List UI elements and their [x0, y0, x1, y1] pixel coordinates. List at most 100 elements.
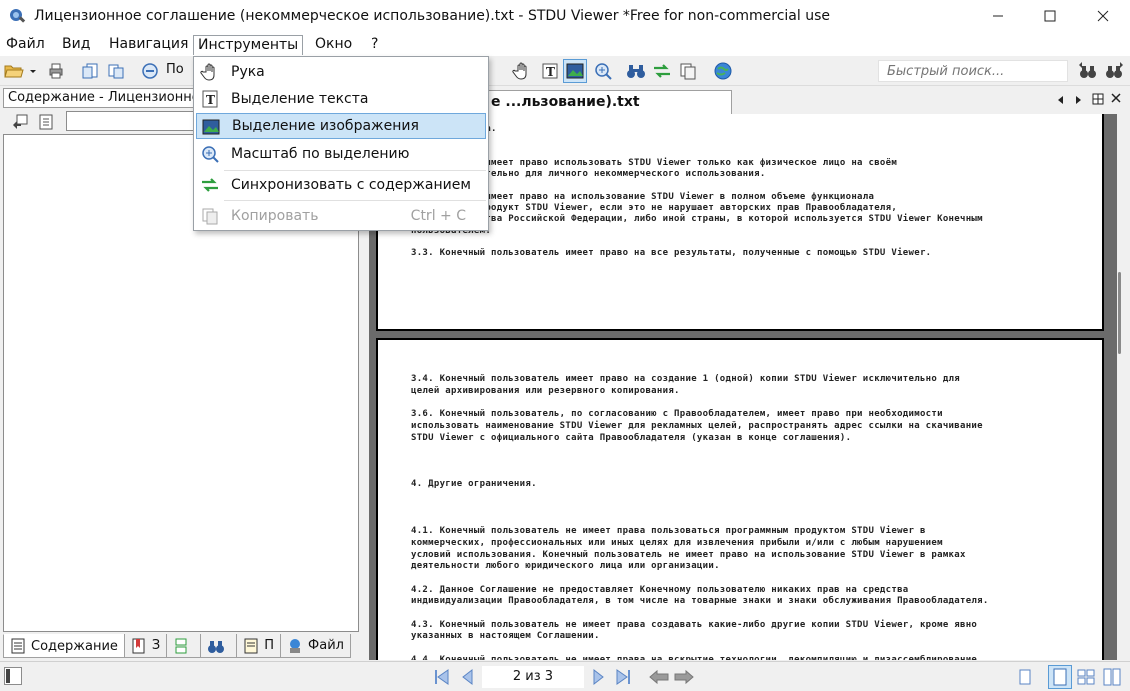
continuous-facing-button[interactable] [1102, 667, 1122, 687]
text-select-button[interactable]: T [538, 59, 562, 83]
web-update-button[interactable] [711, 59, 735, 83]
binoculars-icon [627, 65, 645, 78]
next-page-icon [593, 668, 604, 686]
next-page-button[interactable] [588, 667, 608, 687]
sync-icon [654, 64, 670, 78]
menu-item-text-select[interactable]: T Выделение текста [196, 86, 486, 112]
menu-item-label: Копировать [231, 208, 319, 224]
menu-tools[interactable]: Инструменты [193, 35, 304, 55]
menu-item-image-select[interactable]: Выделение изображения [196, 113, 486, 139]
facing-pages-button[interactable] [1076, 667, 1096, 687]
document-text-line: 4. Другие ограничения. [411, 479, 537, 490]
export-button[interactable] [78, 59, 102, 83]
menu-item-label: Рука [231, 64, 265, 80]
quick-search-input[interactable] [879, 61, 1067, 81]
sync-button[interactable] [650, 59, 674, 83]
tab-close-button[interactable] [1110, 92, 1122, 108]
print-button[interactable] [44, 59, 68, 83]
zoom-mode-label[interactable]: По [166, 62, 184, 77]
single-page-button[interactable] [1016, 667, 1036, 687]
tab-bookmarks-label: З [151, 638, 161, 653]
menu-item-hand[interactable]: Рука [196, 59, 486, 85]
page-counter[interactable]: 2 из 3 [482, 666, 584, 688]
tab-bookmarks[interactable]: З [123, 634, 168, 658]
window-title: Лицензионное соглашение (некоммерческое … [34, 8, 831, 24]
menu-navigation[interactable]: Навигация [105, 35, 192, 55]
tab-thumbnails[interactable] [166, 634, 202, 658]
image-select-button[interactable] [563, 59, 587, 83]
sidebar-icon [6, 669, 10, 683]
find-button[interactable] [624, 59, 648, 83]
prev-page-button[interactable] [458, 667, 478, 687]
copy-pages-button[interactable] [104, 59, 128, 83]
status-bar: 2 из 3 [0, 661, 1130, 691]
tab-list-button[interactable] [1092, 93, 1104, 109]
text-select-icon: T [200, 89, 220, 109]
zoom-selection-icon [200, 144, 220, 164]
menu-item-label: Синхронизовать с содержанием [231, 177, 471, 193]
svg-text:T: T [206, 93, 215, 107]
tab-pages[interactable]: П [236, 634, 282, 658]
menu-item-sync-contents[interactable]: Синхронизовать с содержанием [196, 172, 486, 198]
quick-search[interactable] [878, 60, 1068, 82]
thumbnails-icon [175, 638, 187, 653]
menu-item-zoom-selection[interactable]: Масштаб по выделению [196, 141, 486, 167]
zoom-selection-button[interactable] [591, 59, 615, 83]
maximize-button[interactable] [1027, 0, 1073, 32]
find-prev-button[interactable] [1076, 59, 1100, 83]
close-button[interactable] [1080, 0, 1126, 32]
history-back-button[interactable] [648, 667, 670, 687]
first-page-button[interactable] [432, 667, 452, 687]
history-forward-button[interactable] [673, 667, 695, 687]
document-text-line: использовать наименование STDU Viewer дл… [411, 420, 983, 431]
tree-collapse-icon [39, 114, 53, 130]
document-tab[interactable]: е ...льзование).txt [482, 90, 732, 114]
collapse-tree-button[interactable] [34, 110, 58, 134]
menu-help[interactable]: ? [367, 35, 382, 55]
menu-file[interactable]: Файл [2, 35, 49, 55]
prev-page-icon [462, 668, 473, 686]
triangle-right-icon [1076, 96, 1081, 104]
document-text-line: индивидуализации Правообладателя, в том … [411, 596, 989, 607]
menu-separator [224, 200, 486, 201]
tab-scroll-left-button[interactable] [1056, 94, 1066, 109]
binoculars-next-icon [1106, 62, 1123, 78]
open-file-button[interactable] [2, 59, 38, 83]
zoom-out-button[interactable] [138, 59, 162, 83]
tab-contents[interactable]: Содержание [3, 634, 125, 658]
title-bar: Лицензионное соглашение (некоммерческое … [0, 0, 1130, 32]
vertical-scrollbar-thumb[interactable] [1118, 272, 1121, 354]
tab-file[interactable]: Файл [280, 634, 351, 658]
hand-tool-button[interactable] [510, 59, 534, 83]
vertical-scrollbar[interactable] [1117, 114, 1130, 660]
tab-scroll-right-button[interactable] [1073, 94, 1083, 109]
facing-pages-icon [1077, 669, 1095, 685]
document-text-line: STDU Viewer с официального сайта Правооб… [411, 432, 852, 443]
arrow-right-icon [674, 669, 694, 685]
globe-icon [714, 62, 732, 80]
continuous-facing-icon [1103, 668, 1121, 686]
menu-view[interactable]: Вид [58, 35, 94, 55]
last-page-button[interactable] [613, 667, 633, 687]
copy-icon [680, 63, 696, 80]
menu-item-label: Выделение изображения [232, 118, 419, 134]
menu-window[interactable]: Окно [311, 35, 356, 55]
grid-icon [1092, 93, 1104, 105]
maximize-icon [1044, 10, 1056, 22]
menu-item-label: Масштаб по выделению [231, 146, 410, 162]
find-next-button[interactable] [1102, 59, 1126, 83]
panel-toggle-button[interactable] [4, 667, 22, 685]
last-page-icon [616, 669, 630, 685]
expand-tree-button[interactable] [8, 110, 32, 134]
tab-search[interactable] [200, 634, 238, 658]
menu-item-copy[interactable]: Копировать Ctrl + C [196, 203, 486, 229]
copy-button[interactable] [676, 59, 700, 83]
document-text-line: 4.3. Конечный пользователь не имеет прав… [411, 619, 978, 630]
sync-icon [200, 175, 220, 195]
single-page-icon [1019, 669, 1031, 685]
folder-open-icon [4, 65, 36, 78]
document-text-line: деятельности любого юридического лица ил… [411, 561, 720, 572]
minimize-button[interactable] [975, 0, 1021, 32]
pages-icon [108, 64, 124, 79]
continuous-page-button[interactable] [1048, 665, 1072, 689]
